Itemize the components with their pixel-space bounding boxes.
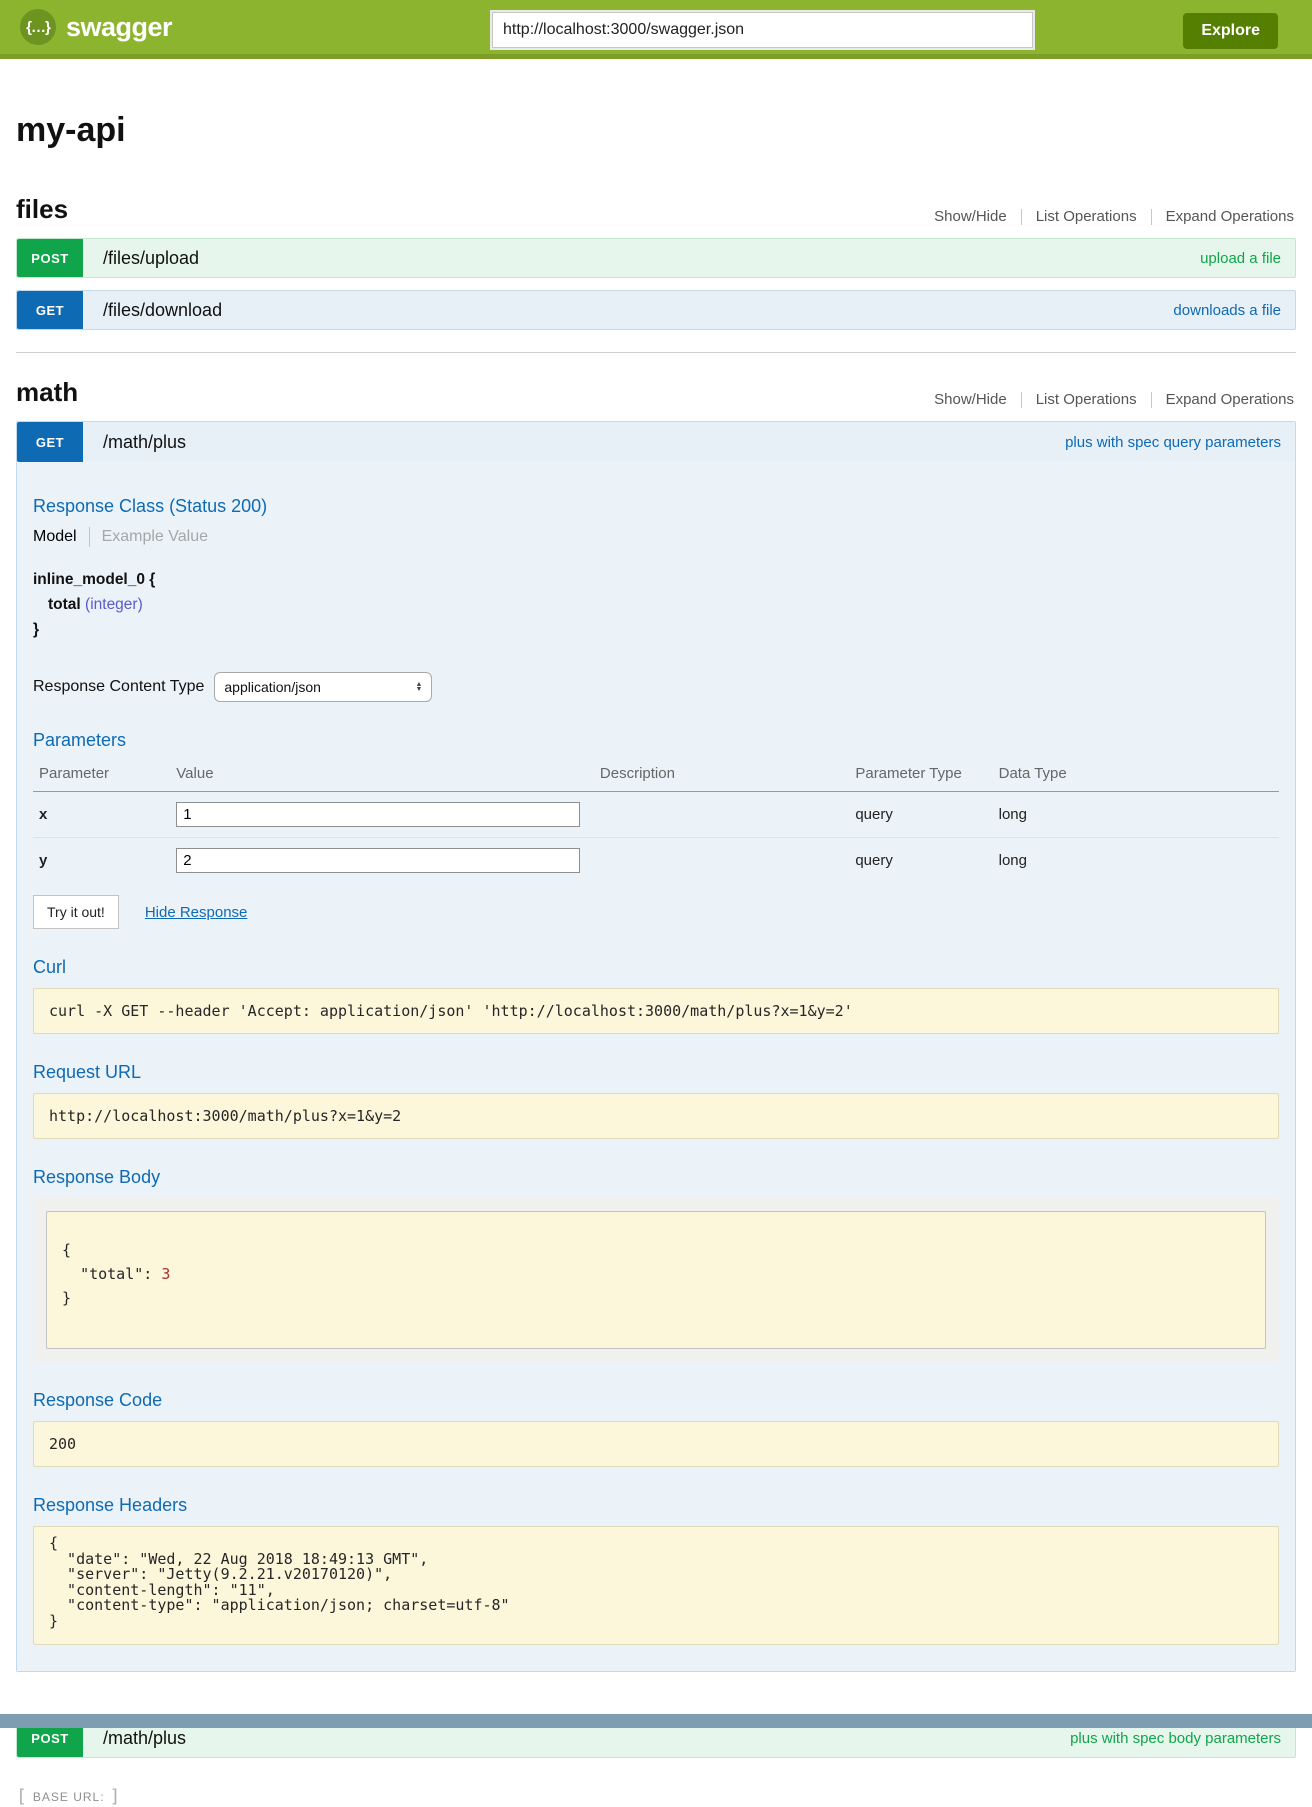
curl-command-block: curl -X GET --header 'Accept: applicatio… bbox=[33, 988, 1279, 1034]
param-x-value-input[interactable] bbox=[176, 802, 580, 827]
endpoint-summary-link[interactable]: downloads a file bbox=[1173, 302, 1281, 319]
base-url-footer: [ BASE URL: ] bbox=[16, 1786, 1296, 1807]
endpoint-summary-link[interactable]: upload a file bbox=[1200, 250, 1281, 267]
model-close: } bbox=[33, 617, 1279, 642]
model-prop-type: (integer) bbox=[85, 596, 143, 613]
math-section-controls: Show/Hide List Operations Expand Operati… bbox=[934, 391, 1296, 408]
param-type: query bbox=[855, 838, 998, 884]
col-header-description: Description bbox=[600, 761, 855, 792]
endpoint-path: /files/download bbox=[83, 291, 1173, 329]
files-section-title: files bbox=[16, 194, 68, 225]
math-expand-operations-link[interactable]: Expand Operations bbox=[1166, 391, 1294, 408]
swagger-url-input[interactable] bbox=[492, 12, 1033, 48]
response-body-container: { "total": 3 } bbox=[33, 1198, 1279, 1362]
model-open: inline_model_0 { bbox=[33, 567, 1279, 592]
col-header-parameter: Parameter bbox=[33, 761, 176, 792]
hide-response-link[interactable]: Hide Response bbox=[145, 904, 248, 921]
response-content-type-row: Response Content Type application/json ▲… bbox=[33, 672, 1279, 702]
bottom-bar bbox=[0, 1714, 1312, 1728]
response-content-type-label: Response Content Type bbox=[33, 678, 204, 696]
model-prop-name: total bbox=[48, 596, 81, 613]
response-headers-heading: Response Headers bbox=[33, 1495, 1279, 1516]
param-data-type: long bbox=[999, 792, 1279, 838]
response-code-heading: Response Code bbox=[33, 1390, 1279, 1411]
files-expand-operations-link[interactable]: Expand Operations bbox=[1166, 208, 1294, 225]
response-body-block: { "total": 3 } bbox=[46, 1211, 1266, 1349]
get-method-badge: GET bbox=[17, 291, 83, 329]
response-class-heading: Response Class (Status 200) bbox=[33, 496, 1279, 517]
endpoint-path: /files/upload bbox=[83, 239, 1200, 277]
parameters-heading: Parameters bbox=[33, 730, 1279, 751]
tab-example-value[interactable]: Example Value bbox=[102, 528, 208, 546]
divider bbox=[1021, 392, 1022, 408]
tab-model[interactable]: Model bbox=[33, 528, 77, 546]
main-content: my-api files Show/Hide List Operations E… bbox=[0, 111, 1312, 1807]
divider bbox=[89, 527, 90, 547]
response-class-tabs: Model Example Value bbox=[33, 527, 1279, 547]
math-show-hide-link[interactable]: Show/Hide bbox=[934, 391, 1007, 408]
divider bbox=[1151, 392, 1152, 408]
endpoint-path: /math/plus bbox=[83, 422, 1065, 462]
response-body-heading: Response Body bbox=[33, 1167, 1279, 1188]
json-number-value: 3 bbox=[161, 1265, 170, 1283]
math-section-header: math Show/Hide List Operations Expand Op… bbox=[16, 377, 1296, 408]
files-list-operations-link[interactable]: List Operations bbox=[1036, 208, 1137, 225]
header-bar: {…} swagger Explore bbox=[0, 0, 1312, 59]
section-divider bbox=[16, 352, 1296, 353]
select-arrows-icon: ▲▼ bbox=[415, 682, 422, 692]
endpoint-row-get-math-plus[interactable]: GET /math/plus plus with spec query para… bbox=[17, 422, 1295, 462]
col-header-value: Value bbox=[176, 761, 600, 792]
param-type: query bbox=[855, 792, 998, 838]
math-list-operations-link[interactable]: List Operations bbox=[1036, 391, 1137, 408]
files-section-header: files Show/Hide List Operations Expand O… bbox=[16, 194, 1296, 225]
swagger-logo[interactable]: {…} swagger bbox=[20, 9, 172, 45]
swagger-braces-icon: {…} bbox=[20, 9, 56, 45]
request-url-heading: Request URL bbox=[33, 1062, 1279, 1083]
response-headers-block: { "date": "Wed, 22 Aug 2018 18:49:13 GMT… bbox=[33, 1526, 1279, 1645]
endpoint-summary-link[interactable]: plus with spec query parameters bbox=[1065, 434, 1281, 451]
response-content-type-select[interactable]: application/json ▲▼ bbox=[214, 672, 432, 702]
expanded-operation-get-math-plus: GET /math/plus plus with spec query para… bbox=[16, 421, 1296, 1672]
param-y-value-input[interactable] bbox=[176, 848, 580, 873]
parameters-table: Parameter Value Description Parameter Ty… bbox=[33, 761, 1279, 883]
endpoint-summary-link[interactable]: plus with spec body parameters bbox=[1070, 1730, 1281, 1747]
param-description bbox=[600, 792, 855, 838]
param-name: x bbox=[33, 792, 176, 838]
selected-content-type: application/json bbox=[224, 679, 321, 695]
page-title: my-api bbox=[16, 111, 1296, 150]
try-it-out-button[interactable]: Try it out! bbox=[33, 895, 119, 929]
col-header-data-type: Data Type bbox=[999, 761, 1279, 792]
response-code-block: 200 bbox=[33, 1421, 1279, 1467]
param-data-type: long bbox=[999, 838, 1279, 884]
endpoint-row-get-files-download[interactable]: GET /files/download downloads a file bbox=[16, 290, 1296, 330]
brand-name: swagger bbox=[66, 12, 172, 43]
bracket-close: ] bbox=[110, 1786, 121, 1807]
files-show-hide-link[interactable]: Show/Hide bbox=[934, 208, 1007, 225]
divider bbox=[1021, 209, 1022, 225]
get-method-badge: GET bbox=[17, 422, 83, 462]
files-section-controls: Show/Hide List Operations Expand Operati… bbox=[934, 208, 1296, 225]
base-url-label: BASE URL: bbox=[33, 1790, 105, 1804]
bracket-open: [ bbox=[16, 1786, 27, 1807]
param-description bbox=[600, 838, 855, 884]
model-signature: inline_model_0 { total (integer) } bbox=[33, 567, 1279, 642]
col-header-parameter-type: Parameter Type bbox=[855, 761, 998, 792]
param-row-x: x query long bbox=[33, 792, 1279, 838]
math-section-title: math bbox=[16, 377, 78, 408]
curl-heading: Curl bbox=[33, 957, 1279, 978]
request-url-block: http://localhost:3000/math/plus?x=1&y=2 bbox=[33, 1093, 1279, 1139]
post-method-badge: POST bbox=[17, 239, 83, 277]
param-name: y bbox=[33, 838, 176, 884]
param-row-y: y query long bbox=[33, 838, 1279, 884]
operation-detail-panel: Response Class (Status 200) Model Exampl… bbox=[17, 462, 1295, 1671]
endpoint-row-post-files-upload[interactable]: POST /files/upload upload a file bbox=[16, 238, 1296, 278]
divider bbox=[1151, 209, 1152, 225]
explore-button[interactable]: Explore bbox=[1183, 13, 1278, 49]
